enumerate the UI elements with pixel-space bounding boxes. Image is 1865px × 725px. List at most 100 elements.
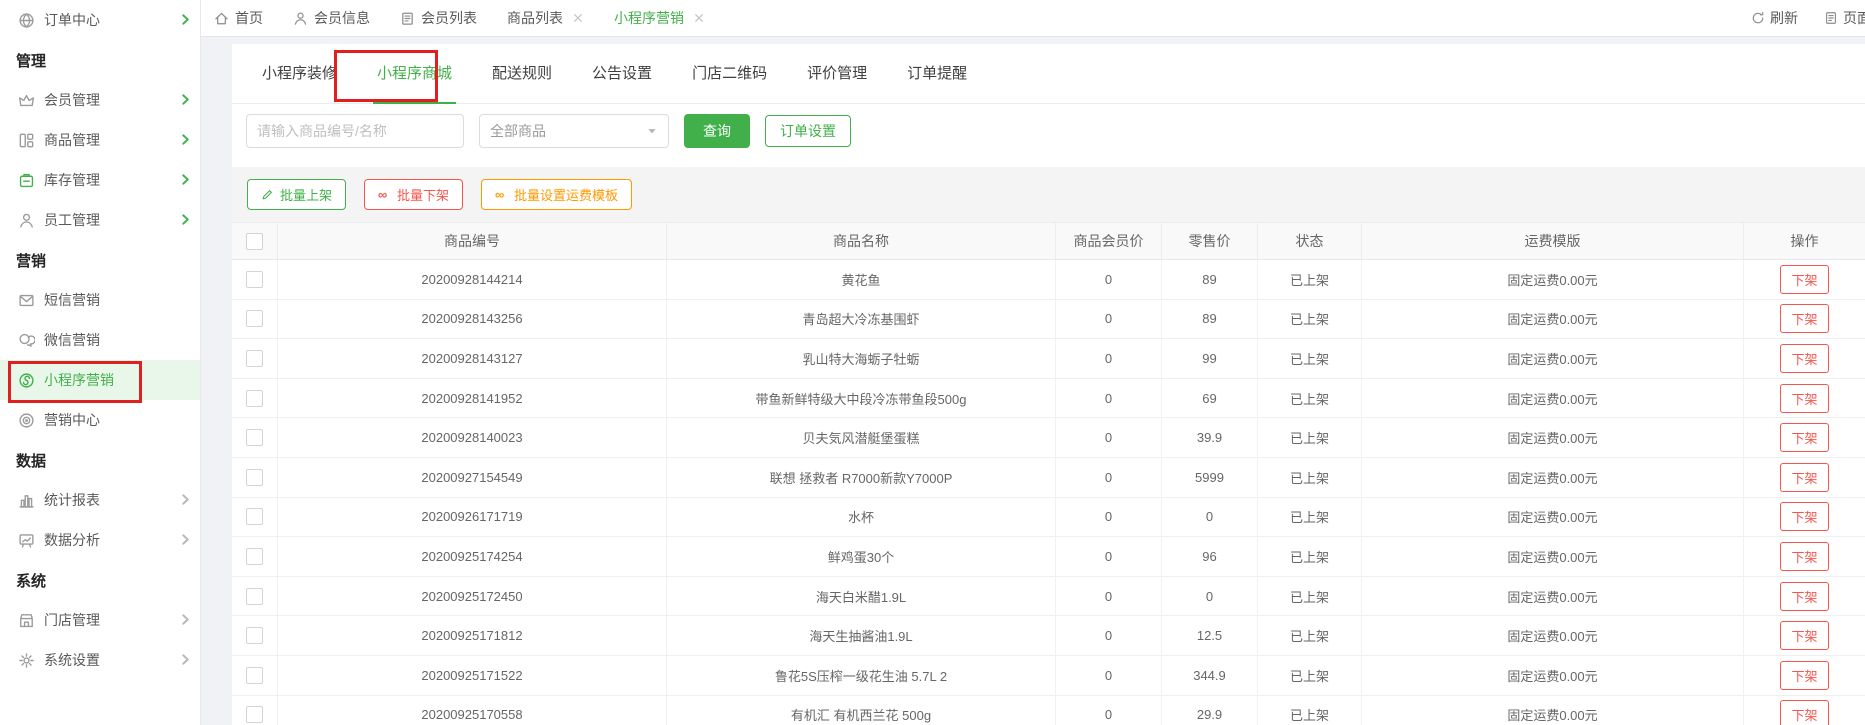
sidebar-item[interactable]: 数据分析 xyxy=(0,520,200,560)
sidebar-item[interactable]: 库存管理 xyxy=(0,160,200,200)
subtab[interactable]: 配送规则 xyxy=(472,45,572,103)
sidebar-item[interactable]: 小程序营销 xyxy=(0,360,200,400)
table-row: 20200928143127 乳山特大海蛎子牡蛎 0 99 已上架 固定运费0.00元 下架 xyxy=(232,339,1865,379)
take-down-button[interactable]: 下架 xyxy=(1780,621,1829,651)
sidebar-item[interactable]: 短信营销 xyxy=(0,280,200,320)
cell-status: 已上架 xyxy=(1258,299,1362,340)
chevron-right-icon xyxy=(179,133,192,146)
table-row: 20200925172450 海天白米醋1.9L 0 0 已上架 固定运费0.00元 下架 xyxy=(232,576,1865,617)
sidebar-item[interactable]: 门店管理 xyxy=(0,600,200,640)
subtab[interactable]: 小程序商城 xyxy=(357,45,472,104)
subtab[interactable]: 评价管理 xyxy=(787,45,887,103)
table-row: 20200928141952 带鱼新鲜特级大中段冷冻带鱼段500g 0 69 已上架 固定… xyxy=(232,378,1865,419)
take-down-button[interactable]: 下架 xyxy=(1780,660,1829,690)
cell-retail-price: 39.9 xyxy=(1162,418,1258,458)
sidebar-item[interactable]: 系统设置 xyxy=(0,640,200,680)
cell-product-name: 水杯 xyxy=(667,497,1056,538)
cell-status: 已上架 xyxy=(1258,576,1362,617)
row-checkbox[interactable] xyxy=(246,270,263,288)
row-checkbox[interactable] xyxy=(246,468,263,486)
cell-retail-price: 12.5 xyxy=(1162,616,1258,656)
top-tab[interactable]: 商品列表 xyxy=(507,8,584,28)
row-checkbox-cell xyxy=(232,576,278,617)
take-down-button[interactable]: 下架 xyxy=(1780,462,1829,492)
search-input[interactable] xyxy=(246,114,464,148)
row-checkbox[interactable] xyxy=(246,429,263,447)
batch-toolbar: 批量上架 ∞ 批量下架 ∞ 批量设置运费模板 xyxy=(232,167,1865,222)
chevron-right-icon xyxy=(179,493,192,506)
staff-icon xyxy=(18,212,35,229)
category-select-value: 全部商品 xyxy=(490,123,546,139)
top-tab-label: 首页 xyxy=(235,10,263,26)
cell-member-price: 0 xyxy=(1056,299,1162,340)
topbar-action[interactable]: 页面操作 xyxy=(1824,8,1865,28)
cell-status: 已上架 xyxy=(1258,457,1362,498)
sidebar-item[interactable]: 会员管理 xyxy=(0,80,200,120)
row-checkbox[interactable] xyxy=(246,627,263,645)
top-tab[interactable]: 小程序营销 xyxy=(614,8,705,28)
take-down-button[interactable]: 下架 xyxy=(1780,343,1829,373)
gear-icon xyxy=(18,652,35,669)
batch-action-button[interactable]: ∞ 批量设置运费模板 xyxy=(481,179,633,210)
batch-action-button[interactable]: 批量上架 xyxy=(247,179,347,210)
sidebar-item-label: 微信营销 xyxy=(44,332,100,348)
query-button[interactable]: 查询 xyxy=(684,114,750,148)
wechat-icon xyxy=(18,332,35,349)
take-down-button[interactable]: 下架 xyxy=(1780,581,1829,611)
cell-product-id: 20200928144214 xyxy=(278,260,667,300)
sidebar-item[interactable]: 统计报表 xyxy=(0,480,200,520)
sidebar-item[interactable]: 营销中心 xyxy=(0,400,200,440)
chevron-right-icon xyxy=(179,213,192,226)
order-settings-button[interactable]: 订单设置 xyxy=(765,115,851,147)
row-checkbox[interactable] xyxy=(246,349,263,367)
cell-freight-template: 固定运费0.00元 xyxy=(1362,260,1744,300)
cell-freight-template: 固定运费0.00元 xyxy=(1362,576,1744,617)
cell-action: 下架 xyxy=(1744,498,1865,538)
take-down-button[interactable]: 下架 xyxy=(1780,541,1829,571)
cell-retail-price: 0 xyxy=(1162,576,1258,617)
subtab[interactable]: 门店二维码 xyxy=(672,45,787,103)
topbar-action[interactable]: 刷新 xyxy=(1751,8,1798,28)
row-checkbox[interactable] xyxy=(246,587,263,605)
row-checkbox[interactable] xyxy=(246,547,263,565)
subtab[interactable]: 公告设置 xyxy=(572,45,672,103)
top-tab[interactable]: 会员列表 xyxy=(400,8,477,28)
take-down-button[interactable]: 下架 xyxy=(1780,700,1829,725)
batch-action-button[interactable]: ∞ 批量下架 xyxy=(364,179,464,210)
sidebar-item[interactable]: 微信营销 xyxy=(0,320,200,360)
top-tab-label: 会员列表 xyxy=(421,10,477,26)
row-checkbox-cell xyxy=(232,457,278,498)
sidebar-item[interactable]: 商品管理 xyxy=(0,120,200,160)
row-checkbox[interactable] xyxy=(246,310,263,328)
take-down-button[interactable]: 下架 xyxy=(1780,383,1829,413)
cell-freight-template: 固定运费0.00元 xyxy=(1362,339,1744,379)
row-checkbox[interactable] xyxy=(246,706,263,724)
sidebar-item[interactable]: 订单中心 xyxy=(0,0,200,40)
row-checkbox[interactable] xyxy=(246,508,263,526)
close-icon[interactable] xyxy=(572,12,584,24)
table-row: 20200925171522 鲁花5S压榨一级花生油 5.7L 2 0 344.9 已上… xyxy=(232,655,1865,696)
sidebar-item-label: 会员管理 xyxy=(44,92,100,108)
cell-member-price: 0 xyxy=(1056,260,1162,300)
cell-product-name: 乳山特大海蛎子牡蛎 xyxy=(667,339,1056,379)
take-down-button[interactable]: 下架 xyxy=(1780,304,1829,334)
cell-product-name: 联想 拯救者 R7000新款Y7000P xyxy=(667,457,1056,498)
sidebar-item-label: 库存管理 xyxy=(44,172,100,188)
row-checkbox[interactable] xyxy=(246,389,263,407)
subtab[interactable]: 小程序装修 xyxy=(242,45,357,103)
select-all-checkbox[interactable] xyxy=(246,232,263,250)
cell-member-price: 0 xyxy=(1056,695,1162,725)
sidebar-item[interactable]: 员工管理 xyxy=(0,200,200,240)
close-icon[interactable] xyxy=(693,12,705,24)
row-checkbox[interactable] xyxy=(246,666,263,684)
table-header: 商品编号 商品名称 商品会员价 零售价 状态 运费模版 操作 xyxy=(232,222,1865,260)
take-down-button[interactable]: 下架 xyxy=(1780,423,1829,453)
top-tab[interactable]: 首页 xyxy=(214,8,263,28)
category-select[interactable]: 全部商品 xyxy=(479,114,669,148)
top-tab[interactable]: 会员信息 xyxy=(293,8,370,28)
sidebar-item-label: 门店管理 xyxy=(44,612,100,628)
chevron-right-icon xyxy=(179,533,192,546)
subtab[interactable]: 订单提醒 xyxy=(887,45,987,103)
take-down-button[interactable]: 下架 xyxy=(1780,264,1829,294)
take-down-button[interactable]: 下架 xyxy=(1780,502,1829,532)
